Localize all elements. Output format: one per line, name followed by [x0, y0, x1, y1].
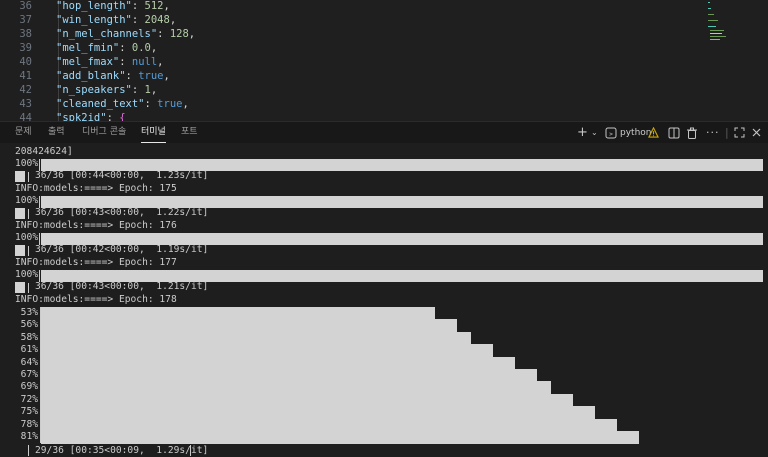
cursor-block — [15, 208, 25, 219]
maximize-panel-icon[interactable] — [734, 127, 745, 141]
progress-bar-fill — [41, 406, 595, 419]
progress-bar-edge — [28, 209, 29, 219]
progress-percent: 100% — [15, 195, 39, 206]
progress-bar-fill — [41, 344, 493, 357]
progress-percent: 78% — [20, 419, 38, 430]
code-text: "n_speakers": 1, — [56, 84, 158, 96]
cursor-block — [15, 171, 25, 182]
progress-percent: 100% — [15, 158, 39, 169]
line-number: 43 — [19, 98, 32, 110]
close-panel-icon[interactable] — [752, 128, 761, 142]
tab-ports[interactable]: 포트 — [181, 122, 198, 144]
chevron-down-icon[interactable]: ⌄ — [591, 126, 598, 140]
line-number: 37 — [19, 14, 32, 26]
code-text: "hop_length": 512, — [56, 0, 170, 12]
line-number: 39 — [19, 42, 32, 54]
panel-header: 문제 출력 디버그 콘솔 터미널 포트 + ⌄ > python ··· | — [0, 121, 768, 144]
progress-bar-edge — [28, 445, 29, 456]
progress-bar-edge — [28, 283, 29, 293]
progress-percent: 69% — [20, 381, 38, 392]
terminal-line: 208424624] — [15, 146, 73, 157]
tab-output[interactable]: 출력 — [48, 122, 65, 144]
progress-stats: 36/36 [00:44<00:00, 1.23s/it] — [35, 170, 209, 181]
code-text: "mel_fmin": 0.0, — [56, 42, 158, 54]
split-terminal-icon[interactable] — [668, 127, 680, 141]
code-editor[interactable]: 36 "hop_length": 512, 37 "win_length": 2048… — [0, 0, 768, 121]
progress-bar-fill — [41, 431, 639, 444]
separator: | — [725, 126, 729, 139]
line-number: 44 — [19, 112, 32, 121]
tab-problems[interactable]: 문제 — [15, 122, 32, 144]
tab-debug-console[interactable]: 디버그 콘솔 — [82, 122, 126, 144]
tab-terminal[interactable]: 터미널 — [141, 122, 166, 143]
code-text: "mel_fmax": null, — [56, 56, 164, 68]
progress-percent: 61% — [20, 344, 38, 355]
epoch-info: INFO:models:====> Epoch: 178 — [15, 294, 177, 305]
progress-bar-fill — [41, 319, 457, 332]
terminal-icon: > — [605, 127, 617, 139]
progress-percent: 81% — [20, 431, 38, 442]
cursor-block — [15, 282, 25, 293]
progress-stats: 29/36 [00:35<00:09, 1.29s/it] — [35, 445, 209, 456]
epoch-info: INFO:models:====> Epoch: 176 — [15, 220, 177, 231]
trash-icon[interactable] — [686, 127, 698, 141]
new-terminal-icon[interactable]: + — [577, 126, 588, 140]
code-text: "win_length": 2048, — [56, 14, 177, 26]
minimap[interactable] — [700, 0, 730, 50]
line-number: 38 — [19, 28, 32, 40]
line-number: 42 — [19, 84, 32, 96]
progress-bar-edge — [190, 445, 191, 456]
code-text: "n_mel_channels": 128, — [56, 28, 196, 40]
progress-percent: 100% — [15, 232, 39, 243]
progress-percent: 72% — [20, 394, 38, 405]
code-text: "cleaned_text": true, — [56, 98, 189, 110]
svg-text:>: > — [609, 131, 613, 138]
progress-stats: 36/36 [00:43<00:00, 1.21s/it] — [35, 281, 209, 292]
line-number: 40 — [19, 56, 32, 68]
terminal-name[interactable]: python — [620, 122, 651, 144]
progress-percent: 67% — [20, 369, 38, 380]
progress-percent: 100% — [15, 269, 39, 280]
progress-stats: 36/36 [00:43<00:00, 1.22s/it] — [35, 207, 209, 218]
warning-icon[interactable] — [648, 127, 659, 138]
line-number: 41 — [19, 70, 32, 82]
progress-percent: 64% — [20, 357, 38, 368]
progress-percent: 75% — [20, 406, 38, 417]
progress-bar-edge — [28, 172, 29, 182]
epoch-info: INFO:models:====> Epoch: 175 — [15, 183, 177, 194]
cursor-block — [15, 245, 25, 256]
terminal-output[interactable]: 208424624] 100% 36/36 [00:44<00:00, 1.23s… — [0, 143, 768, 456]
code-text: "spk2id": { — [56, 112, 126, 121]
line-number: 36 — [19, 0, 32, 12]
epoch-info: INFO:models:====> Epoch: 177 — [15, 257, 177, 268]
progress-percent: 58% — [20, 332, 38, 343]
progress-bar-edge — [28, 246, 29, 256]
progress-bar-fill — [41, 381, 551, 394]
code-text: "add_blank": true, — [56, 70, 170, 82]
progress-stats: 36/36 [00:42<00:00, 1.19s/it] — [35, 244, 209, 255]
progress-percent: 53% — [20, 307, 38, 318]
more-actions-icon[interactable]: ··· — [706, 126, 720, 140]
progress-percent: 56% — [20, 319, 38, 330]
